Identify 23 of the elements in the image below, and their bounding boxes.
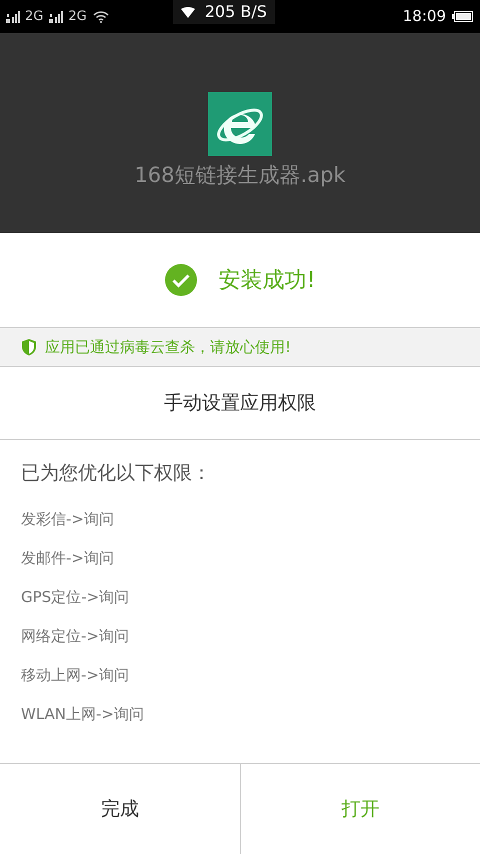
signal-icon — [49, 10, 66, 22]
network-type: 2G — [68, 8, 87, 26]
wifi-icon — [92, 10, 109, 23]
notice-text: 应用已通过病毒云查杀，请放心使用! — [45, 336, 292, 358]
battery-icon — [452, 10, 474, 23]
permission-item: 发彩信->询问 — [21, 508, 115, 530]
permission-item: GPS定位->询问 — [21, 586, 130, 608]
file-name: 168短链接生成器.apk — [134, 162, 346, 189]
app-icon — [208, 92, 272, 156]
permission-item: 移动上网->询问 — [21, 664, 130, 686]
permission-item: 网络定位->询问 — [21, 626, 130, 647]
shield-icon — [21, 338, 37, 356]
clock: 18:09 — [402, 6, 446, 28]
check-icon — [164, 264, 197, 296]
success-message: 安装成功! — [218, 266, 316, 294]
permission-item: 发邮件->询问 — [21, 548, 115, 569]
permissions-heading: 已为您优化以下权限： — [21, 461, 212, 486]
permission-item: WLAN上网->询问 — [21, 704, 145, 725]
wifi-icon — [180, 6, 195, 18]
network-speed: 205 B/S — [204, 1, 267, 23]
network-type: 2G — [25, 8, 44, 26]
manual-permissions-link[interactable]: 手动设置应用权限 — [0, 367, 480, 440]
signal-icon — [6, 10, 22, 22]
